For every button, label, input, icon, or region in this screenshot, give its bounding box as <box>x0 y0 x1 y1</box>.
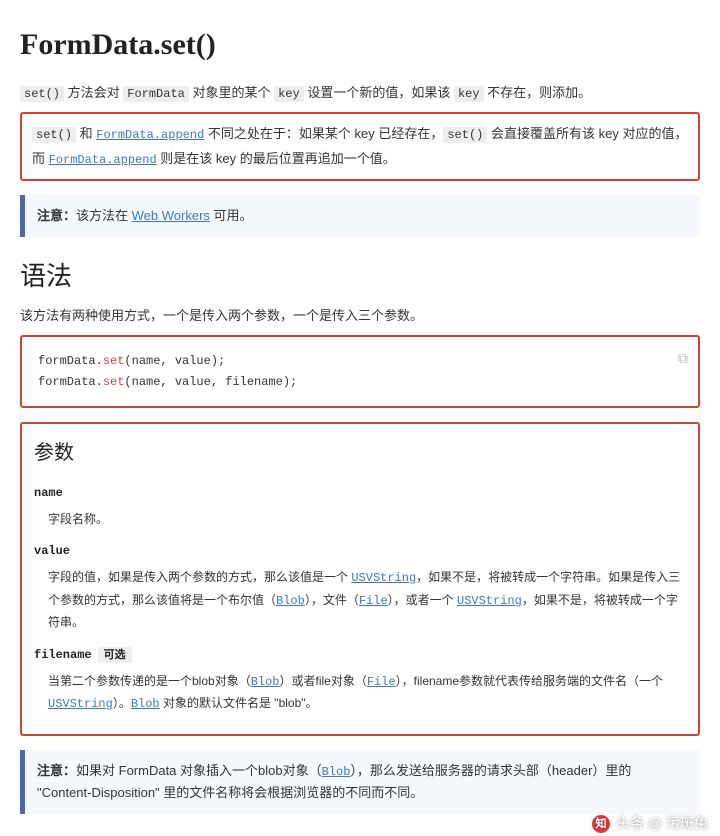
optional-badge: 可选 <box>98 647 132 663</box>
param-value-desc: 字段的值，如果是传入两个参数的方式，那么该值是一个 USVString，如果不是… <box>48 567 686 634</box>
link-file[interactable]: File <box>367 675 396 689</box>
link-usvstring[interactable]: USVString <box>48 697 113 711</box>
link-blob[interactable]: Blob <box>276 594 305 608</box>
code-formdata: FormData <box>123 86 189 102</box>
syntax-heading: 语法 <box>20 257 700 296</box>
code-set: set() <box>32 127 76 143</box>
link-usvstring[interactable]: USVString <box>351 571 416 585</box>
link-formdata-append[interactable]: FormData.append <box>49 153 157 167</box>
note-blob-header: 注意：如果对 FormData 对象插入一个blob对象（Blob），那么发送给… <box>20 750 700 814</box>
param-name-term: name <box>34 482 686 505</box>
watermark: 知 头条 @ 污斑兔 <box>592 813 708 834</box>
syntax-code-box: ⧉ formData.set(name, value); formData.se… <box>20 335 700 408</box>
note-label: 注意： <box>37 763 76 778</box>
link-file[interactable]: File <box>359 594 388 608</box>
watermark-icon: 知 <box>592 815 610 833</box>
link-blob[interactable]: Blob <box>322 765 351 779</box>
note-web-workers: 注意：该方法在 Web Workers 可用。 <box>20 195 700 237</box>
note-label: 注意： <box>37 208 76 223</box>
copy-icon[interactable]: ⧉ <box>678 345 688 372</box>
param-filename-desc: 当第二个参数传递的是一个blob对象（Blob）或者file对象（File），f… <box>48 671 686 716</box>
code-key: key <box>454 86 484 102</box>
link-usvstring[interactable]: USVString <box>457 594 522 608</box>
difference-highlight-box: set() 和 FormData.append 不同之处在于：如果某个 key … <box>20 112 700 182</box>
link-blob[interactable]: Blob <box>131 697 160 711</box>
code-key: key <box>274 86 304 102</box>
watermark-text: 头条 @ 污斑兔 <box>616 813 708 834</box>
page-title: FormData.set() <box>20 22 700 67</box>
param-filename-term: filename可选 <box>34 644 686 667</box>
parameters-list: name 字段名称。 value 字段的值，如果是传入两个参数的方式，那么该值是… <box>34 482 686 716</box>
code-set: set() <box>443 127 487 143</box>
syntax-code: formData.set(name, value); formData.set(… <box>38 351 682 392</box>
parameters-box: 参数 name 字段名称。 value 字段的值，如果是传入两个参数的方式，那么… <box>20 422 700 736</box>
syntax-description: 该方法有两种使用方式，一个是传入两个参数，一个是传入三个参数。 <box>20 304 700 329</box>
param-value-term: value <box>34 540 686 563</box>
link-blob[interactable]: Blob <box>251 675 280 689</box>
parameters-heading: 参数 <box>34 434 686 472</box>
code-set: set() <box>20 86 64 102</box>
link-web-workers[interactable]: Web Workers <box>132 208 210 223</box>
param-name-desc: 字段名称。 <box>48 509 686 531</box>
link-formdata-append[interactable]: FormData.append <box>96 128 204 142</box>
intro-paragraph: set() 方法会对 FormData 对象里的某个 key 设置一个新的值，如… <box>20 81 700 106</box>
